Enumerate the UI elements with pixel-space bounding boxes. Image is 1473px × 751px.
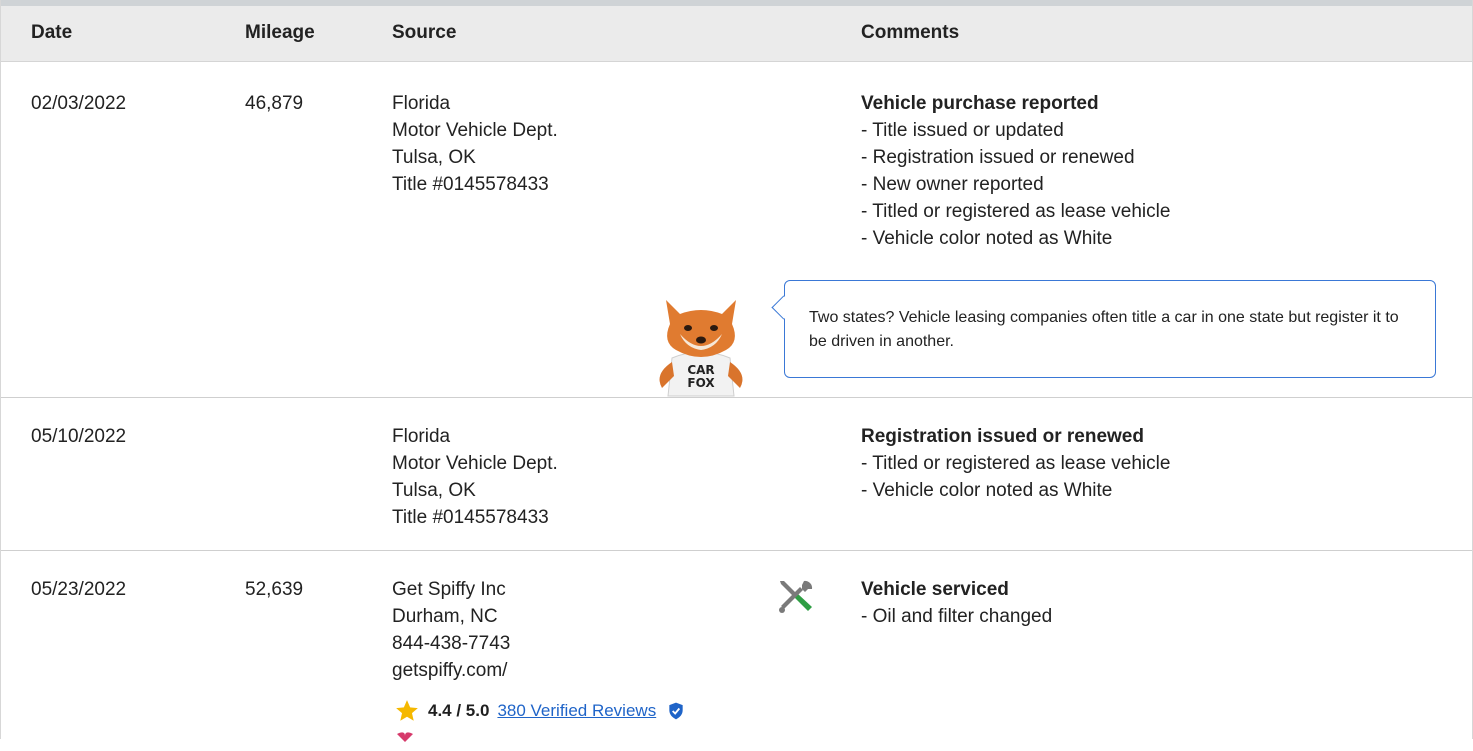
source-line: Motor Vehicle Dept. [392, 453, 558, 474]
vehicle-history-table: Date Mileage Source Comments 02/03/2022 … [0, 0, 1473, 742]
header-source: Source [392, 22, 457, 43]
table-row: 05/10/2022 Florida Motor Vehicle Dept. T… [1, 398, 1472, 551]
verified-shield-icon [669, 702, 683, 720]
row-date: 02/03/2022 [31, 93, 127, 114]
verified-reviews-link[interactable]: 380 Verified Reviews [497, 701, 656, 721]
star-icon [396, 700, 418, 721]
comment-title: Registration issued or renewed [861, 426, 1144, 447]
source-line: 844-438-7743 [392, 633, 511, 654]
tip-bubble: Two states? Vehicle leasing companies of… [771, 280, 1436, 378]
source-line: Tulsa, OK [392, 147, 476, 168]
source-line: Motor Vehicle Dept. [392, 120, 558, 141]
source-line: Tulsa, OK [392, 480, 476, 501]
row-date: 05/10/2022 [31, 426, 127, 447]
comment-line: - Titled or registered as lease vehicle [861, 453, 1171, 474]
source-line: Title #0145578433 [392, 174, 549, 195]
comment-line: - Vehicle color noted as White [861, 228, 1113, 249]
table-header: Date Mileage Source Comments [1, 6, 1472, 62]
row-comments: Vehicle purchase reported - Title issued… [861, 90, 1170, 252]
source-line: Durham, NC [392, 606, 498, 627]
source-line: Florida [392, 426, 451, 447]
header-mileage: Mileage [245, 22, 315, 43]
row-mileage: 46,879 [245, 93, 304, 114]
comment-line: - New owner reported [861, 174, 1044, 195]
shop-rating: 4.4 / 5.0 380 Verified Reviews [394, 697, 686, 725]
header-comments: Comments [861, 22, 960, 43]
source-line: Get Spiffy Inc [392, 579, 506, 600]
comment-line: - Vehicle color noted as White [861, 480, 1113, 501]
row-source: Florida Motor Vehicle Dept. Tulsa, OK Ti… [392, 423, 558, 531]
row-source: Get Spiffy Inc Durham, NC 844-438-7743 g… [392, 576, 510, 684]
comment-line: - Title issued or updated [861, 120, 1064, 141]
row-comments: Registration issued or renewed - Titled … [861, 423, 1170, 504]
comment-line: - Titled or registered as lease vehicle [861, 201, 1171, 222]
mascot-label: CAR [687, 363, 714, 377]
table-row: 05/23/2022 52,639 Get Spiffy Inc Durham,… [1, 551, 1472, 751]
tip-text: Two states? Vehicle leasing companies of… [809, 309, 1399, 350]
carfox-mascot-icon: CAR FOX [659, 300, 743, 397]
comment-line: - Oil and filter changed [861, 606, 1053, 627]
mascot-label: FOX [687, 376, 715, 390]
row-comments: Vehicle serviced - Oil and filter change… [861, 576, 1052, 630]
comment-title: Vehicle purchase reported [861, 93, 1099, 114]
wrench-screwdriver-icon [779, 580, 813, 613]
row-source: Florida Motor Vehicle Dept. Tulsa, OK Ti… [392, 90, 558, 198]
header-date: Date [31, 22, 73, 43]
source-line: Florida [392, 93, 451, 114]
row-mileage: 52,639 [245, 579, 304, 600]
row-date: 05/23/2022 [31, 579, 127, 600]
comment-title: Vehicle serviced [861, 579, 1009, 600]
comment-line: - Registration issued or renewed [861, 147, 1135, 168]
source-line: getspiffy.com/ [392, 660, 508, 681]
rating-score: 4.4 / 5.0 [428, 701, 490, 720]
heart-icon [397, 732, 413, 742]
source-line: Title #0145578433 [392, 507, 549, 528]
